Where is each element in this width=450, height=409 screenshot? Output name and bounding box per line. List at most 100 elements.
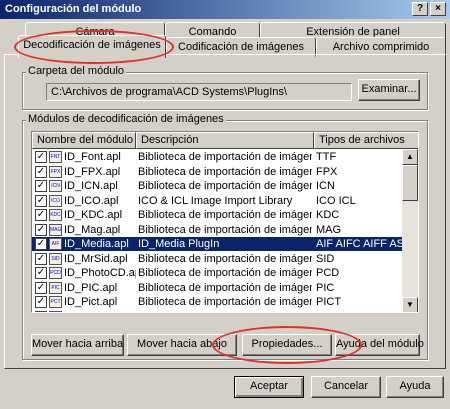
checkbox-icon[interactable]: ✓ xyxy=(35,194,47,207)
file-icon: ICN xyxy=(49,180,62,192)
column-header-name[interactable]: Nombre del módulo xyxy=(32,132,136,149)
file-icon: MAG xyxy=(49,223,62,236)
module-file-types: AIF AIFC AIFF ASF AU xyxy=(316,238,404,250)
vertical-scrollbar[interactable]: ▲ ▼ xyxy=(402,149,418,312)
move-down-button[interactable]: Mover hacia abajo xyxy=(127,334,237,356)
module-name: ID_FPX.apl xyxy=(64,165,121,178)
module-file-types: MAG xyxy=(316,223,342,236)
column-header-description[interactable]: Descripción xyxy=(136,132,314,149)
title-bar: Configuración del módulo ? × xyxy=(0,0,450,19)
module-description: Biblioteca de importación de imágenes K xyxy=(138,209,312,221)
checkbox-icon[interactable]: ✓ xyxy=(35,252,47,265)
module-file-types: PIX xyxy=(316,310,404,313)
tab-label: Decodificación de imágenes xyxy=(23,39,161,51)
close-icon[interactable]: × xyxy=(430,2,446,16)
module-file-types: KDC xyxy=(316,209,340,221)
module-name: ID_MrSid.apl xyxy=(64,252,128,265)
module-name: ID_ICO.apl xyxy=(64,194,119,207)
module-file-types: ICN xyxy=(316,180,335,192)
module-name: ID_Media.apl xyxy=(64,238,129,250)
module-file-types: FPX xyxy=(316,165,338,178)
checkbox-icon[interactable]: ✓ xyxy=(35,180,47,192)
file-icon: FPX xyxy=(49,165,62,178)
help-button[interactable]: Ayuda xyxy=(386,376,444,398)
module-file-types: ICO ICL xyxy=(316,194,356,207)
module-file-types: SID xyxy=(316,252,335,265)
scroll-down-icon[interactable]: ▼ xyxy=(402,297,418,312)
file-icon: SID xyxy=(49,252,62,265)
cancel-button[interactable]: Cancelar xyxy=(311,376,381,398)
browse-button[interactable]: Examinar... xyxy=(358,79,420,101)
module-help-button[interactable]: Ayuda del módulo xyxy=(335,334,424,356)
module-description: Biblioteca de importación de imágenes d xyxy=(138,252,312,265)
list-item[interactable]: ✓ PIC ID_PIC.apl Biblioteca de importación … xyxy=(32,281,404,295)
list-item[interactable]: ✓PIXID_PIX.aplBiblioteca de importación … xyxy=(32,310,404,313)
move-up-button[interactable]: Mover hacia arriba xyxy=(31,334,124,356)
module-file-types: TTF xyxy=(316,151,337,163)
file-icon: PIX xyxy=(49,310,62,312)
module-description: ID_Media PlugIn xyxy=(138,238,220,250)
list-header: Nombre del módulo Descripción Tipos de a… xyxy=(32,132,418,149)
list-item[interactable]: ✓ PCT ID_Pict.apl Biblioteca de importación… xyxy=(32,295,404,309)
checkbox-icon[interactable]: ✓ xyxy=(35,238,47,250)
module-file-types: PICT xyxy=(316,296,342,308)
module-description: ICO & ICL Image Import Library xyxy=(138,194,293,207)
column-header-types[interactable]: Tipos de archivos xyxy=(314,132,418,149)
list-item[interactable]: ✓ FNT ID_Font.apl Biblioteca de importación… xyxy=(32,150,404,164)
module-file-types: PCD xyxy=(316,267,340,279)
module-name: ID_PIX.apl xyxy=(64,310,136,313)
scroll-up-icon[interactable]: ▲ xyxy=(402,149,418,165)
tab-decodificacion[interactable]: Decodificación de imágenes xyxy=(18,35,166,58)
tab-label: Codificación de imágenes xyxy=(178,41,304,53)
scroll-thumb[interactable] xyxy=(402,165,418,201)
module-name: ID_PIC.apl xyxy=(64,281,118,294)
module-description: Biblioteca de importación de imágenes I xyxy=(138,180,312,192)
checkbox-icon[interactable]: ✓ xyxy=(35,296,47,308)
list-item[interactable]: ✓ KDC ID_KDC.apl Biblioteca de importación … xyxy=(32,208,404,222)
list-item[interactable]: ✓ MAG ID_Mag.apl Biblioteca de importación … xyxy=(32,223,404,237)
window-title: Configuración del módulo xyxy=(5,3,142,15)
checkbox-icon[interactable]: ✓ xyxy=(35,267,47,279)
checkbox-icon[interactable]: ✓ xyxy=(35,223,47,236)
checkbox-icon[interactable]: ✓ xyxy=(35,281,47,294)
file-icon: FNT xyxy=(49,151,62,163)
module-file-types: PIC xyxy=(316,281,335,294)
checkbox-icon[interactable]: ✓ xyxy=(35,310,47,312)
file-icon: KDC xyxy=(49,209,62,221)
list-item[interactable]: ✓ ICN ID_ICN.apl Biblioteca de importación … xyxy=(32,179,404,193)
module-description: Biblioteca de importación de imágenes F xyxy=(138,165,312,178)
checkbox-icon[interactable]: ✓ xyxy=(35,165,47,178)
file-icon: AIF xyxy=(49,238,62,250)
module-description: Biblioteca de importación de imágenes P xyxy=(138,281,312,294)
modules-group-label: Módulos de decodificación de imágenes xyxy=(26,113,226,125)
ok-button[interactable]: Aceptar xyxy=(234,376,304,398)
file-icon: PCT xyxy=(49,296,62,308)
checkbox-icon[interactable]: ✓ xyxy=(35,151,47,163)
module-name: ID_ICN.apl xyxy=(64,180,118,192)
help-icon[interactable]: ? xyxy=(412,2,428,16)
list-item[interactable]: ✓ PCD ID_PhotoCD.apl Biblioteca de importac… xyxy=(32,266,404,280)
module-description: Biblioteca de importación de imágenes P xyxy=(138,296,312,308)
file-icon: PCD xyxy=(49,267,62,279)
properties-button[interactable]: Propiedades... xyxy=(242,334,332,356)
file-icon: ICO xyxy=(49,194,62,207)
module-description: Biblioteca de importación de imágenes M xyxy=(138,223,312,236)
module-name: ID_Font.apl xyxy=(64,151,121,163)
checkbox-icon[interactable]: ✓ xyxy=(35,209,47,221)
module-folder-path[interactable]: C:\Archivos de programa\ACD Systems\Plug… xyxy=(46,83,352,101)
modules-list[interactable]: Nombre del módulo Descripción Tipos de a… xyxy=(31,131,419,313)
list-item[interactable]: ✓ SID ID_MrSid.apl Biblioteca de importació… xyxy=(32,252,404,266)
list-item[interactable]: ✓ FPX ID_FPX.apl Biblioteca de importación … xyxy=(32,165,404,179)
module-description: Biblioteca de importación de imágenes P xyxy=(138,310,312,313)
list-item[interactable]: ✓ AIF ID_Media.apl ID_Media PlugIn AIF AIFC … xyxy=(32,237,404,251)
module-name: ID_PhotoCD.apl xyxy=(64,267,136,279)
module-description: Biblioteca de importación de imágenes d xyxy=(138,267,312,279)
module-name: ID_Pict.apl xyxy=(64,296,118,308)
tab-label: Archivo comprimido xyxy=(332,41,430,53)
module-name: ID_Mag.apl xyxy=(64,223,121,236)
module-description: Biblioteca de importación de imágenes T xyxy=(138,151,312,163)
folder-group-label: Carpeta del módulo xyxy=(26,65,127,77)
module-name: ID_KDC.apl xyxy=(64,209,123,221)
list-item[interactable]: ✓ ICO ID_ICO.apl ICO & ICL Image Import Lib… xyxy=(32,194,404,208)
file-icon: PIC xyxy=(49,281,62,294)
